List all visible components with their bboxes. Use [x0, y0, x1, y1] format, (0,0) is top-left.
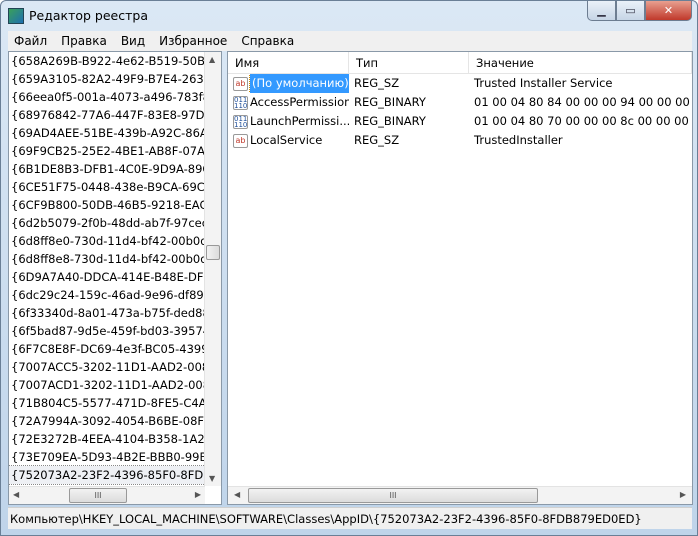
- value-data: 01 00 04 80 84 00 00 00 94 00 00 00 00 0…: [474, 95, 692, 109]
- tree-key-item[interactable]: {66eea0f5-001a-4073-a496-783f86fcf4: [9, 88, 205, 106]
- menu-edit[interactable]: Правка: [61, 34, 107, 48]
- tree-key-item[interactable]: {72A7994A-3092-4054-B6BE-08FF81A: [9, 412, 205, 430]
- tree-key-item[interactable]: {6B1DE8B3-DFB1-4C0E-9D9A-89CA73: [9, 160, 205, 178]
- tree-key-item[interactable]: {7007ACC5-3202-11D1-AAD2-00805F: [9, 358, 205, 376]
- scroll-right-icon[interactable]: ▶: [680, 490, 686, 499]
- regedit-app-icon: [8, 8, 24, 24]
- tree-key-item[interactable]: {68976842-77A6-447F-83E8-97DF7A8: [9, 106, 205, 124]
- menu-file[interactable]: Файл: [14, 34, 47, 48]
- value-data: TrustedInstaller: [474, 133, 563, 147]
- tree-horizontal-scrollbar[interactable]: ◀ III ▶: [9, 486, 205, 504]
- menu-view[interactable]: Вид: [121, 34, 145, 48]
- tree-key-item[interactable]: {6d8ff8e8-730d-11d4-bf42-00b0d0118: [9, 250, 205, 268]
- tree-key-item[interactable]: {6dc29c24-159c-46ad-9e96-df89b0ae: [9, 286, 205, 304]
- tree-hscroll-thumb[interactable]: III: [69, 488, 127, 503]
- value-type: REG_BINARY: [354, 114, 426, 128]
- minimize-button[interactable]: ▁: [587, 1, 616, 21]
- registry-editor-window: Редактор реестра ▁ ▭ ✕ Файл Правка Вид И…: [0, 0, 698, 536]
- value-data: Trusted Installer Service: [474, 76, 613, 90]
- tree-key-item[interactable]: {658A269B-B922-4e62-B519-50B1CF0: [9, 52, 205, 70]
- value-data: 01 00 04 80 70 00 00 00 8c 00 00 00 00 0…: [474, 114, 692, 128]
- value-name: LocalService: [250, 133, 323, 147]
- column-type[interactable]: Тип: [349, 52, 469, 73]
- scroll-left-icon[interactable]: ◀: [13, 490, 19, 499]
- tree-key-item[interactable]: {6CF9B800-50DB-46B5-9218-EACF07I: [9, 196, 205, 214]
- key-tree-pane: {658A269B-B922-4e62-B519-50B1CF0{659A310…: [8, 51, 222, 505]
- close-button[interactable]: ✕: [645, 1, 692, 21]
- value-row[interactable]: ab (По умолчанию) REG_SZ Trusted Installer …: [228, 74, 692, 93]
- value-row[interactable]: 011 110 LaunchPermissi... REG_BINARY 01 00 0…: [228, 112, 692, 131]
- tree-vertical-scrollbar[interactable]: ▲ ▼: [204, 52, 221, 486]
- tree-vscroll-thumb[interactable]: [206, 245, 220, 260]
- maximize-button[interactable]: ▭: [616, 1, 645, 21]
- tree-key-item[interactable]: {73E709EA-5D93-4B2E-BBB0-99B7938: [9, 448, 205, 466]
- tree-key-item[interactable]: {72E3272B-4EEA-4104-B358-1A282E4: [9, 430, 205, 448]
- menu-help[interactable]: Справка: [241, 34, 294, 48]
- value-name: AccessPermission: [250, 95, 349, 109]
- menu-favorites[interactable]: Избранное: [159, 34, 227, 48]
- tree-key-item[interactable]: {7007ACD1-3202-11D1-AAD2-00805F: [9, 376, 205, 394]
- tree-key-item[interactable]: {69F9CB25-25E2-4BE1-AB8F-07AA7C: [9, 142, 205, 160]
- tree-key-item[interactable]: {6D9A7A40-DDCA-414E-B48E-DFB03: [9, 268, 205, 286]
- tree-key-item[interactable]: {6d2b5079-2f0b-48dd-ab7f-97cec514: [9, 214, 205, 232]
- tree-key-item[interactable]: {69AD4AEE-51BE-439b-A92C-86AE49: [9, 124, 205, 142]
- scroll-right-icon[interactable]: ▶: [195, 490, 201, 499]
- tree-key-item[interactable]: {6f5bad87-9d5e-459f-bd03-39574070: [9, 322, 205, 340]
- values-header: Имя Тип Значение: [228, 52, 692, 74]
- value-row[interactable]: ab LocalService REG_SZ TrustedInstaller: [228, 131, 692, 150]
- string-value-icon: ab: [233, 76, 248, 91]
- column-name[interactable]: Имя: [228, 52, 349, 73]
- value-name: LaunchPermissi...: [250, 114, 349, 128]
- binary-value-icon: 011 110: [233, 114, 248, 129]
- scroll-up-icon[interactable]: ▲: [209, 55, 215, 64]
- tree-key-item[interactable]: {6F7C8E8F-DC69-4e3f-BC05-439962A: [9, 340, 205, 358]
- column-value[interactable]: Значение: [469, 52, 692, 73]
- values-pane: Имя Тип Значение ab (По умолчанию) REG_SZ T…: [227, 51, 693, 505]
- status-bar-path: Компьютер\HKEY_LOCAL_MACHINE\SOFTWARE\Cl…: [8, 507, 692, 529]
- scroll-left-icon[interactable]: ◀: [234, 490, 240, 499]
- tree-key-item[interactable]: {752073A2-23F2-4396-85F0-8FDB879I: [9, 465, 205, 485]
- tree-key-item[interactable]: {71B804C5-5577-471D-8FE5-C4A45B6: [9, 394, 205, 412]
- value-name: (По умолчанию): [249, 74, 349, 93]
- tree-key-item[interactable]: {659A3105-82A2-49F9-B7E4-263766B: [9, 70, 205, 88]
- tree-key-item[interactable]: {6f33340d-8a01-473a-b75f-ded88c83: [9, 304, 205, 322]
- key-tree: {658A269B-B922-4e62-B519-50B1CF0{659A310…: [9, 52, 205, 486]
- values-horizontal-scrollbar[interactable]: ◀ III ▶: [228, 486, 692, 504]
- values-hscroll-thumb[interactable]: III: [248, 488, 538, 503]
- value-type: REG_SZ: [354, 133, 400, 147]
- string-value-icon: ab: [233, 133, 248, 148]
- value-type: REG_BINARY: [354, 95, 426, 109]
- value-type: REG_SZ: [354, 76, 400, 90]
- value-row[interactable]: 011 110 AccessPermission REG_BINARY 01 00 04…: [228, 93, 692, 112]
- menu-bar: Файл Правка Вид Избранное Справка: [8, 31, 692, 51]
- scroll-down-icon[interactable]: ▼: [209, 474, 215, 483]
- tree-key-item[interactable]: {6d8ff8e0-730d-11d4-bf42-00b0d0118: [9, 232, 205, 250]
- tree-key-item[interactable]: {6CE51F75-0448-438e-B9CA-69C352A: [9, 178, 205, 196]
- binary-value-icon: 011 110: [233, 95, 248, 110]
- window-title: Редактор реестра: [29, 8, 148, 23]
